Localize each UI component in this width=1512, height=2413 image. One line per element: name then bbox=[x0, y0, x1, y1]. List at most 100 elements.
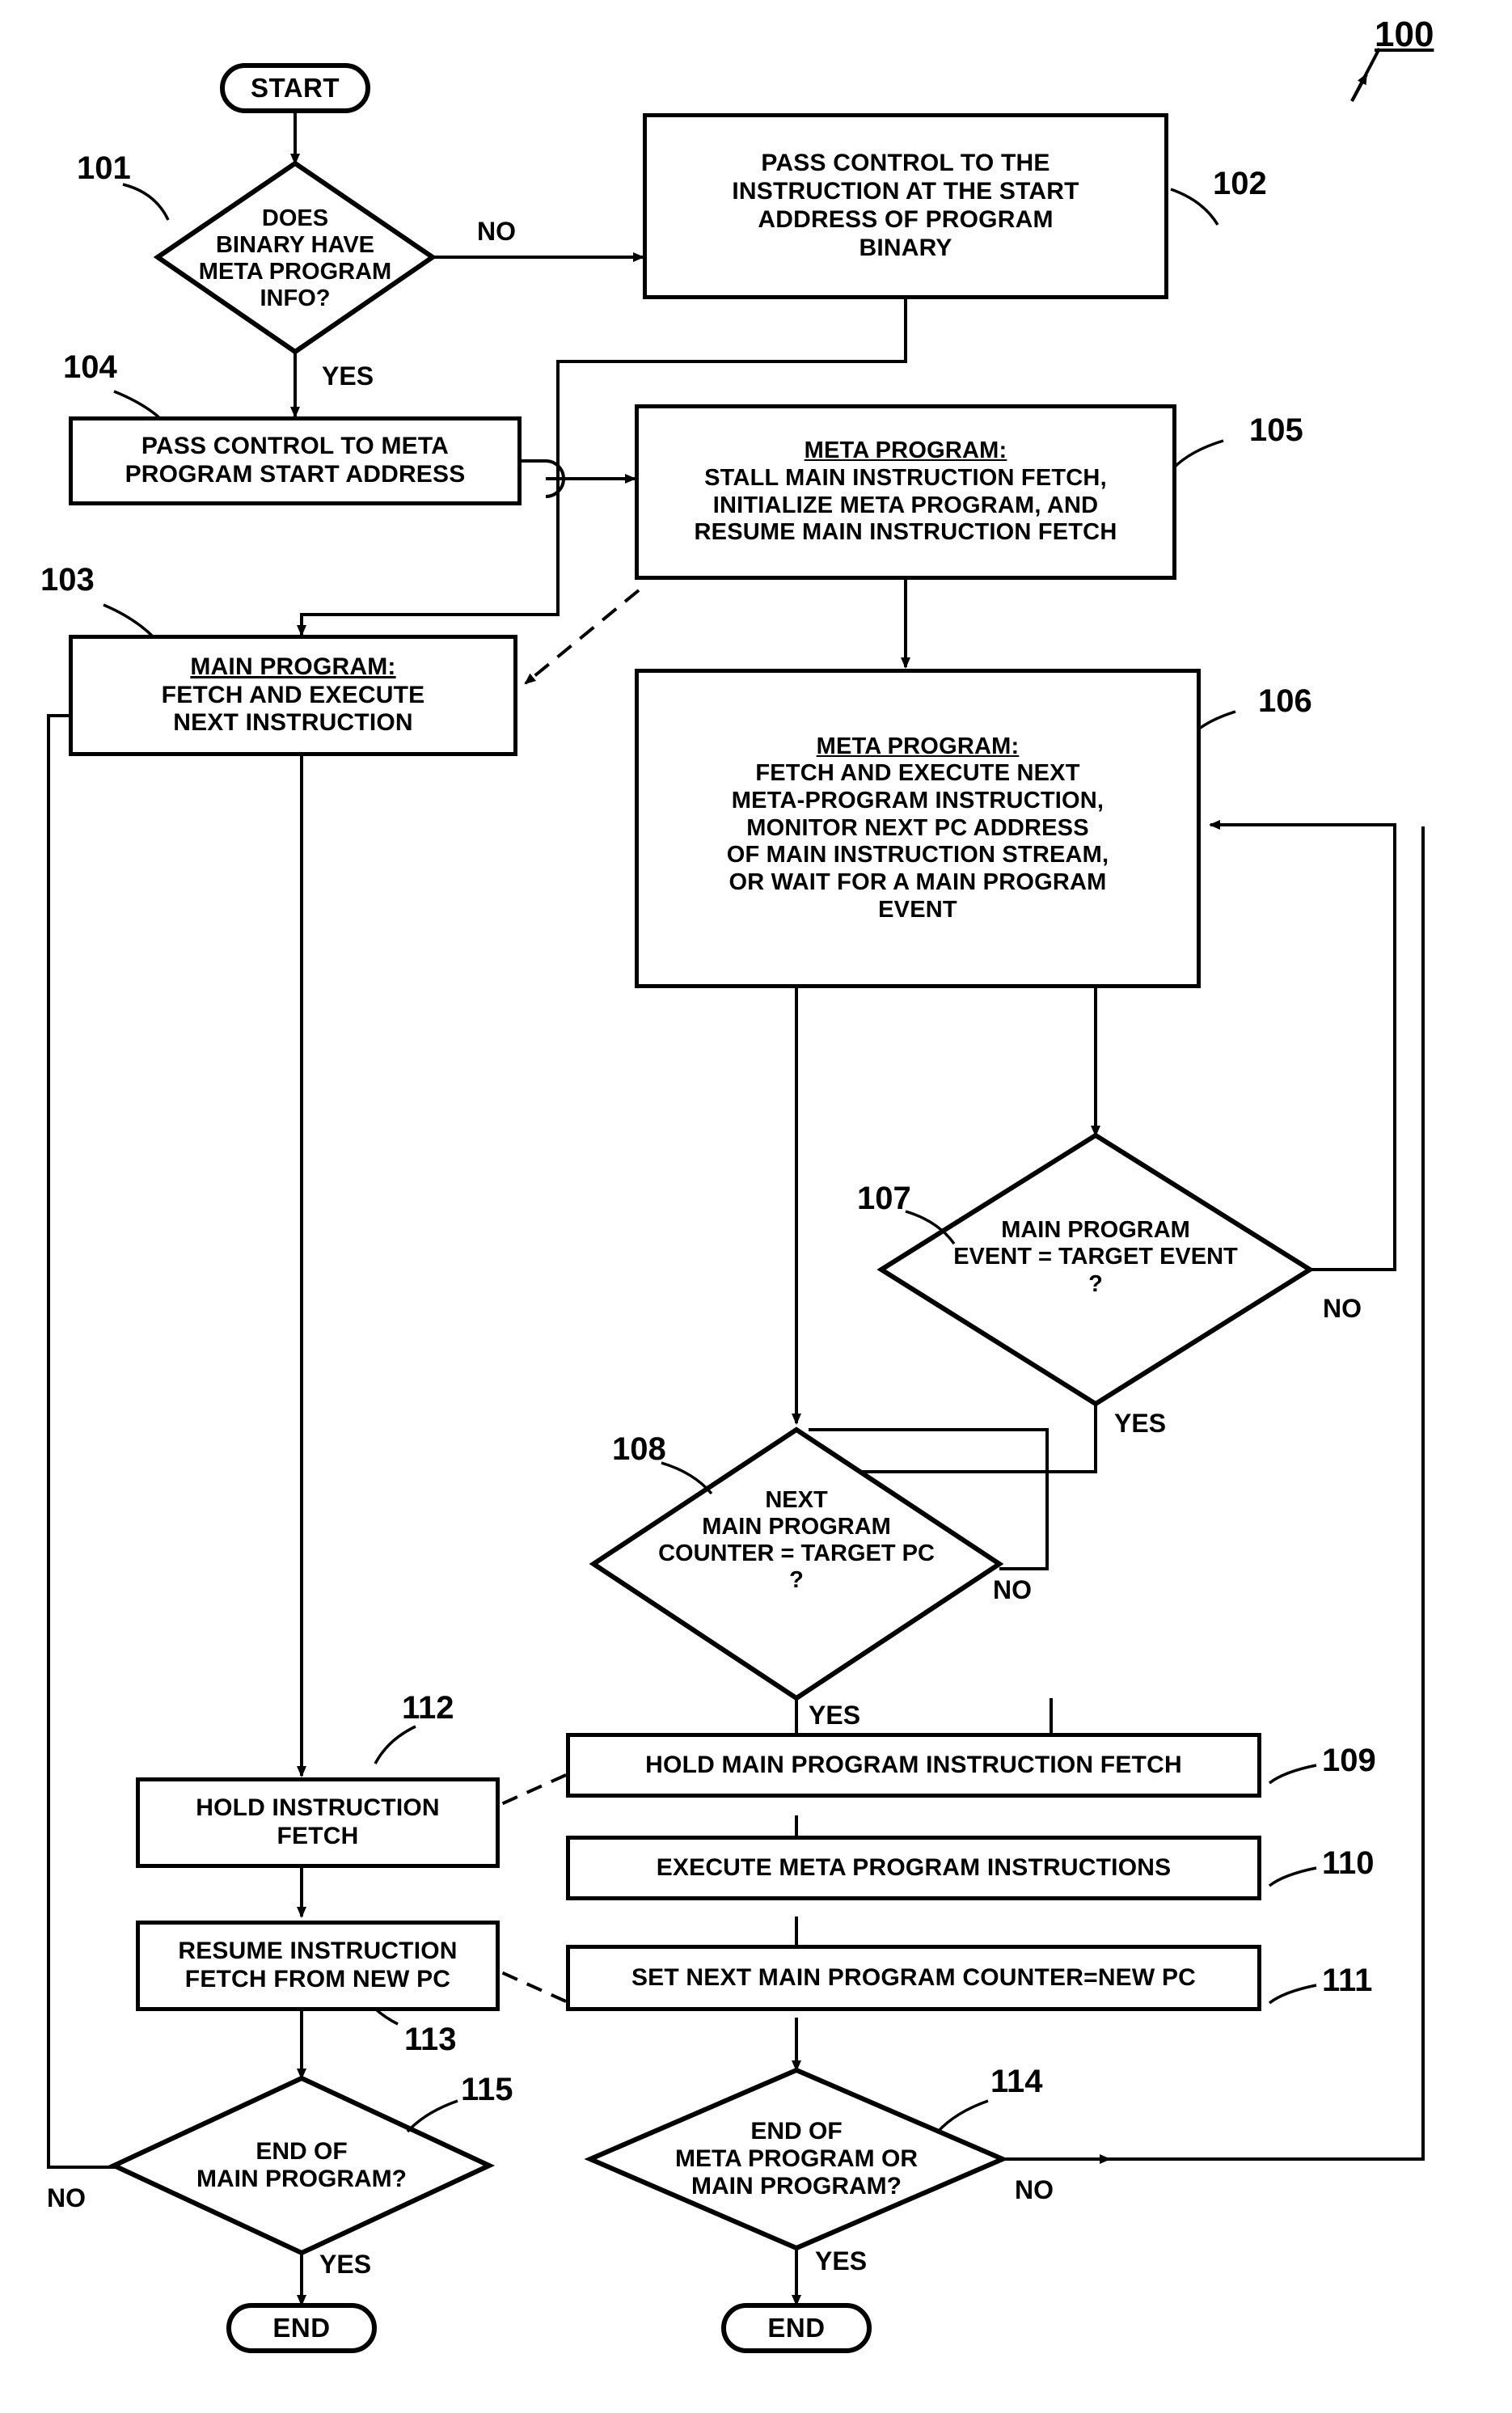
leader-111 bbox=[1268, 1984, 1317, 2005]
diamond-108-line-1: MAIN PROGRAM bbox=[702, 1513, 891, 1540]
node-103-line-1: NEXT INSTRUCTION bbox=[173, 709, 413, 737]
ref-106: 106 bbox=[1258, 683, 1312, 719]
node-109: HOLD MAIN PROGRAM INSTRUCTION FETCH bbox=[566, 1733, 1261, 1798]
node-111-line-0: SET NEXT MAIN PROGRAM COUNTER=NEW PC bbox=[631, 1963, 1197, 1991]
leader-110 bbox=[1268, 1866, 1317, 1887]
diamond-107-line-0: MAIN PROGRAM bbox=[1001, 1217, 1190, 1244]
diamond-115-text: END OF MAIN PROGRAM? bbox=[129, 2120, 474, 2211]
node-104: PASS CONTROL TO META PROGRAM START ADDRE… bbox=[69, 416, 522, 505]
diamond-114-line-1: META PROGRAM OR bbox=[675, 2145, 918, 2172]
node-106-line-4: OR WAIT FOR A MAIN PROGRAM bbox=[729, 868, 1107, 895]
node-102-line-1: INSTRUCTION AT THE START bbox=[732, 178, 1079, 205]
diamond-114-text: END OF META PROGRAM OR MAIN PROGRAM? bbox=[610, 2094, 982, 2224]
node-106-line-2: MONITOR NEXT PC ADDRESS bbox=[746, 814, 1089, 841]
diamond-108-line-2: COUNTER = TARGET PC bbox=[658, 1540, 935, 1566]
node-102-line-3: BINARY bbox=[859, 234, 952, 261]
diamond-107-line-2: ? bbox=[1088, 1270, 1103, 1297]
node-105-title: META PROGRAM: bbox=[804, 437, 1007, 464]
node-110: EXECUTE META PROGRAM INSTRUCTIONS bbox=[566, 1836, 1261, 1900]
diamond-115-line-1: MAIN PROGRAM? bbox=[196, 2166, 407, 2192]
diamond-101-line-3: INFO? bbox=[260, 285, 331, 312]
diamond-115-line-0: END OF bbox=[256, 2137, 348, 2165]
ref-114: 114 bbox=[990, 2064, 1043, 2099]
edge-105-dashed-to-103 bbox=[524, 589, 640, 685]
ref-107: 107 bbox=[857, 1181, 911, 1216]
node-106-line-0: FETCH AND EXECUTE NEXT bbox=[755, 760, 1080, 787]
node-106: META PROGRAM: FETCH AND EXECUTE NEXT MET… bbox=[635, 669, 1201, 988]
edge-label-115-yes: YES bbox=[319, 2250, 372, 2279]
end-right-label: END bbox=[767, 2313, 826, 2343]
leader-103 bbox=[103, 603, 155, 639]
diamond-101-line-0: DOES bbox=[261, 205, 329, 231]
node-112: HOLD INSTRUCTION FETCH bbox=[136, 1777, 500, 1868]
node-106-line-1: META-PROGRAM INSTRUCTION, bbox=[731, 788, 1104, 814]
start-label: START bbox=[250, 73, 340, 103]
edge-label-107-yes: YES bbox=[1114, 1409, 1167, 1438]
ref-105: 105 bbox=[1249, 412, 1303, 448]
node-113-line-0: RESUME INSTRUCTION bbox=[178, 1938, 458, 1965]
diamond-101-text: DOES BINARY HAVE META PROGRAM INFO? bbox=[162, 186, 429, 332]
node-end-left: END bbox=[226, 2303, 377, 2353]
edge-label-108-no: NO bbox=[993, 1575, 1032, 1604]
node-102-line-0: PASS CONTROL TO THE bbox=[761, 150, 1050, 177]
leader-112 bbox=[374, 1725, 416, 1764]
node-103-line-0: FETCH AND EXECUTE bbox=[161, 681, 425, 708]
node-105-line-1: INITIALIZE META PROGRAM, AND bbox=[712, 492, 1099, 518]
node-105-line-2: RESUME MAIN INSTRUCTION FETCH bbox=[694, 519, 1117, 546]
edge-label-114-no: NO bbox=[1015, 2175, 1054, 2204]
diamond-108-line-3: ? bbox=[789, 1567, 804, 1594]
edge-label-107-no: NO bbox=[1323, 1294, 1362, 1323]
diamond-108-text: NEXT MAIN PROGRAM COUNTER = TARGET PC ? bbox=[615, 1456, 978, 1625]
diamond-101-line-2: META PROGRAM bbox=[198, 259, 392, 285]
ref-101: 101 bbox=[77, 150, 131, 186]
diamond-107-text: MAIN PROGRAM EVENT = TARGET EVENT ? bbox=[897, 1189, 1294, 1326]
figure-number: 100 bbox=[1375, 15, 1434, 54]
node-111: SET NEXT MAIN PROGRAM COUNTER=NEW PC bbox=[566, 1945, 1261, 2011]
ref-115: 115 bbox=[461, 2072, 513, 2107]
diamond-107-line-1: EVENT = TARGET EVENT bbox=[953, 1244, 1238, 1270]
leader-109 bbox=[1268, 1764, 1317, 1785]
node-105-line-0: STALL MAIN INSTRUCTION FETCH, bbox=[704, 464, 1107, 491]
node-103: MAIN PROGRAM: FETCH AND EXECUTE NEXT INS… bbox=[69, 635, 517, 756]
node-112-line-1: FETCH bbox=[277, 1823, 359, 1849]
leader-105 bbox=[1172, 439, 1224, 470]
ref-104: 104 bbox=[63, 349, 117, 385]
node-110-line-0: EXECUTE META PROGRAM INSTRUCTIONS bbox=[656, 1853, 1172, 1881]
ref-112: 112 bbox=[402, 1690, 454, 1726]
node-102-line-2: ADDRESS OF PROGRAM bbox=[758, 206, 1054, 233]
diamond-108-line-0: NEXT bbox=[765, 1486, 828, 1513]
ref-113: 113 bbox=[404, 2022, 457, 2057]
ref-102: 102 bbox=[1213, 166, 1267, 201]
edge-label-114-yes: YES bbox=[815, 2246, 868, 2276]
ref-110: 110 bbox=[1322, 1845, 1375, 1881]
node-103-title: MAIN PROGRAM: bbox=[190, 653, 396, 680]
node-106-line-5: EVENT bbox=[878, 896, 957, 923]
node-104-line-1: PROGRAM START ADDRESS bbox=[125, 461, 466, 488]
diamond-101-line-1: BINARY HAVE bbox=[215, 231, 375, 258]
edge-label-101-yes: YES bbox=[322, 361, 374, 391]
node-109-line-0: HOLD MAIN PROGRAM INSTRUCTION FETCH bbox=[645, 1751, 1182, 1778]
node-104-line-0: PASS CONTROL TO META bbox=[141, 433, 450, 460]
end-left-label: END bbox=[272, 2313, 331, 2343]
ref-109: 109 bbox=[1322, 1743, 1376, 1778]
node-106-line-3: OF MAIN INSTRUCTION STREAM, bbox=[726, 842, 1109, 868]
flowchart-canvas: 100 START END END DOES BINARY HAVE META … bbox=[0, 0, 1512, 2413]
edge-label-101-no: NO bbox=[477, 217, 516, 246]
figure-leader-arrow bbox=[1350, 73, 1368, 102]
ref-103: 103 bbox=[40, 562, 95, 598]
node-start: START bbox=[220, 63, 370, 113]
ref-108: 108 bbox=[612, 1431, 666, 1467]
node-113-line-1: FETCH FROM NEW PC bbox=[184, 1966, 451, 1993]
node-105: META PROGRAM: STALL MAIN INSTRUCTION FET… bbox=[635, 404, 1176, 580]
node-106-title: META PROGRAM: bbox=[816, 733, 1020, 759]
edge-label-108-yes: YES bbox=[809, 1701, 861, 1730]
diamond-114-line-0: END OF bbox=[750, 2117, 843, 2145]
node-102: PASS CONTROL TO THE INSTRUCTION AT THE S… bbox=[643, 113, 1168, 299]
edge-label-115-no: NO bbox=[47, 2183, 86, 2212]
node-112-line-0: HOLD INSTRUCTION bbox=[196, 1794, 440, 1822]
ref-111: 111 bbox=[1322, 1963, 1373, 1998]
node-113: RESUME INSTRUCTION FETCH FROM NEW PC bbox=[136, 1921, 500, 2011]
leader-102 bbox=[1170, 188, 1219, 226]
node-end-right: END bbox=[721, 2303, 872, 2353]
diamond-114-line-2: MAIN PROGRAM? bbox=[691, 2173, 902, 2200]
